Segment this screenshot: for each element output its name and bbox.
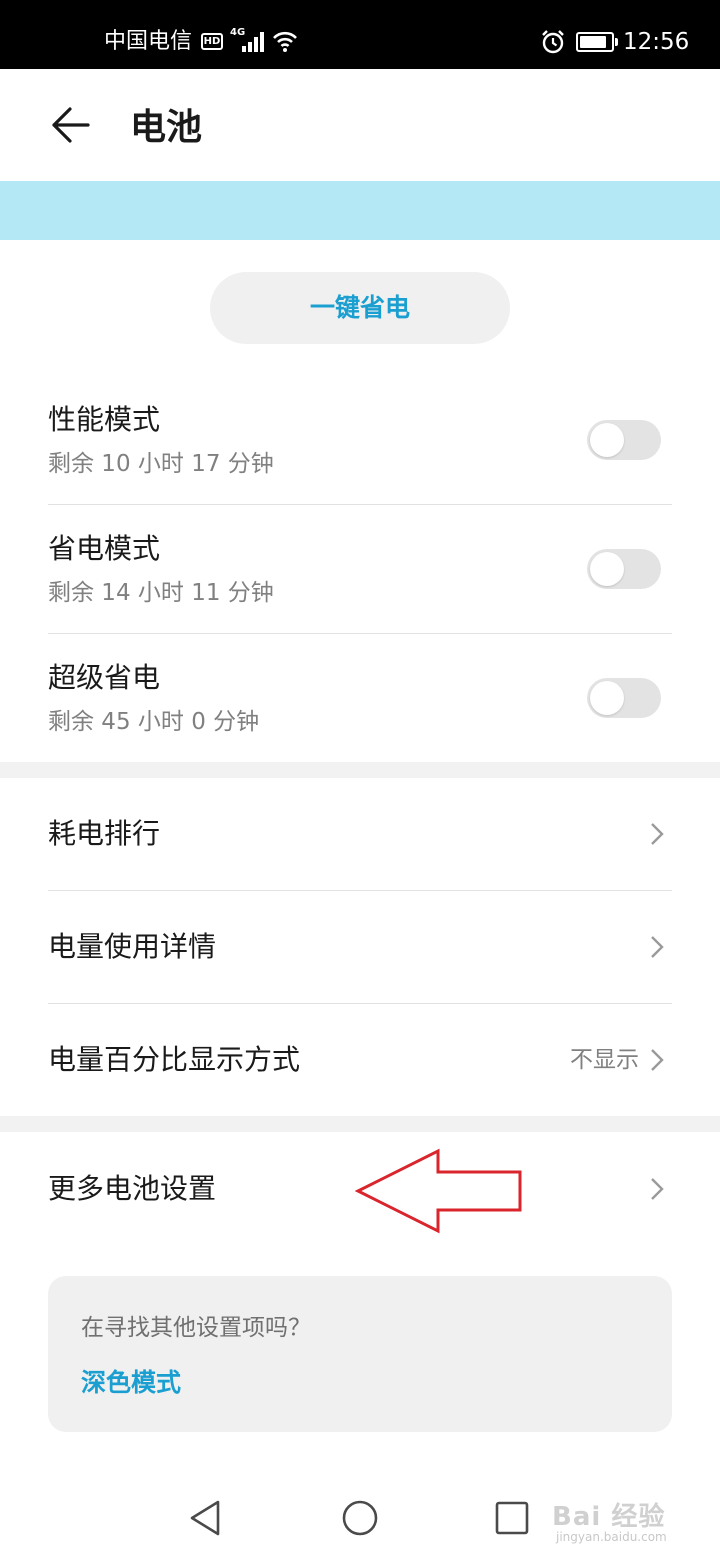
mode-subtitle: 剩余 45 小时 0 分钟 xyxy=(48,709,260,735)
list-item-label: 电量使用详情 xyxy=(48,930,217,963)
mode-row-performance[interactable]: 性能模式 剩余 10 小时 17 分钟 xyxy=(48,376,672,504)
mode-title: 性能模式 xyxy=(48,403,161,436)
wifi-icon xyxy=(273,31,297,52)
section-gap xyxy=(0,1116,720,1132)
back-triangle-icon[interactable] xyxy=(186,1498,226,1538)
recents-square-icon[interactable] xyxy=(492,1498,532,1538)
watermark-logo: Bai 经验 xyxy=(552,1502,666,1532)
mode-title: 超级省电 xyxy=(48,661,161,694)
mode-subtitle: 剩余 10 小时 17 分钟 xyxy=(48,451,274,477)
list-item-label: 更多电池设置 xyxy=(48,1172,217,1205)
list-item-label: 电量百分比显示方式 xyxy=(48,1043,301,1076)
dark-mode-link[interactable]: 深色模式 xyxy=(81,1367,181,1399)
mode-title: 省电模式 xyxy=(48,532,161,565)
chevron-right-icon xyxy=(651,823,664,845)
list-item-label: 耗电排行 xyxy=(48,817,161,850)
app-header: 电池 xyxy=(0,69,720,181)
back-button[interactable] xyxy=(48,105,92,145)
suggestion-question: 在寻找其他设置项吗？ xyxy=(81,1315,311,1341)
chevron-right-icon xyxy=(651,936,664,958)
hd-badge: HD xyxy=(201,33,223,50)
mode-row-power-saving[interactable]: 省电模式 剩余 14 小时 11 分钟 xyxy=(48,505,672,633)
toggle-knob xyxy=(590,681,624,715)
carrier-label: 中国电信 xyxy=(104,29,193,54)
status-bar: 中国电信 HD 4G 12:56 xyxy=(0,0,720,69)
toggle-knob xyxy=(590,423,624,457)
toggle-knob xyxy=(590,552,624,586)
clock: 12:56 xyxy=(623,29,690,55)
list-item-power-ranking[interactable]: 耗电排行 xyxy=(48,778,672,890)
list-item-value: 不显示 xyxy=(570,1047,639,1073)
one-key-save-button[interactable]: 一键省电 xyxy=(210,272,510,344)
section-gap xyxy=(0,762,720,778)
chevron-right-icon xyxy=(651,1049,664,1071)
signal-icon xyxy=(242,32,264,52)
battery-icon xyxy=(576,32,618,52)
suggestion-card: 在寻找其他设置项吗？ 深色模式 xyxy=(48,1276,672,1432)
mode-row-ultra-saving[interactable]: 超级省电 剩余 45 小时 0 分钟 xyxy=(48,634,672,762)
navigation-bar: Bai 经验 jingyan.baidu.com xyxy=(0,1470,720,1560)
battery-banner xyxy=(0,181,720,240)
mode-subtitle: 剩余 14 小时 11 分钟 xyxy=(48,580,274,606)
annotation-arrow-icon xyxy=(354,1148,522,1234)
list-item-percentage-display[interactable]: 电量百分比显示方式 不显示 xyxy=(48,1004,672,1116)
ultra-saving-mode-toggle[interactable] xyxy=(587,678,661,718)
performance-mode-toggle[interactable] xyxy=(587,420,661,460)
power-saving-mode-toggle[interactable] xyxy=(587,549,661,589)
page-title: 电池 xyxy=(130,107,203,148)
alarm-icon xyxy=(542,30,564,54)
watermark-url: jingyan.baidu.com xyxy=(556,1530,667,1544)
chevron-right-icon xyxy=(651,1178,664,1200)
home-circle-icon[interactable] xyxy=(340,1498,380,1538)
list-item-usage-details[interactable]: 电量使用详情 xyxy=(48,891,672,1003)
